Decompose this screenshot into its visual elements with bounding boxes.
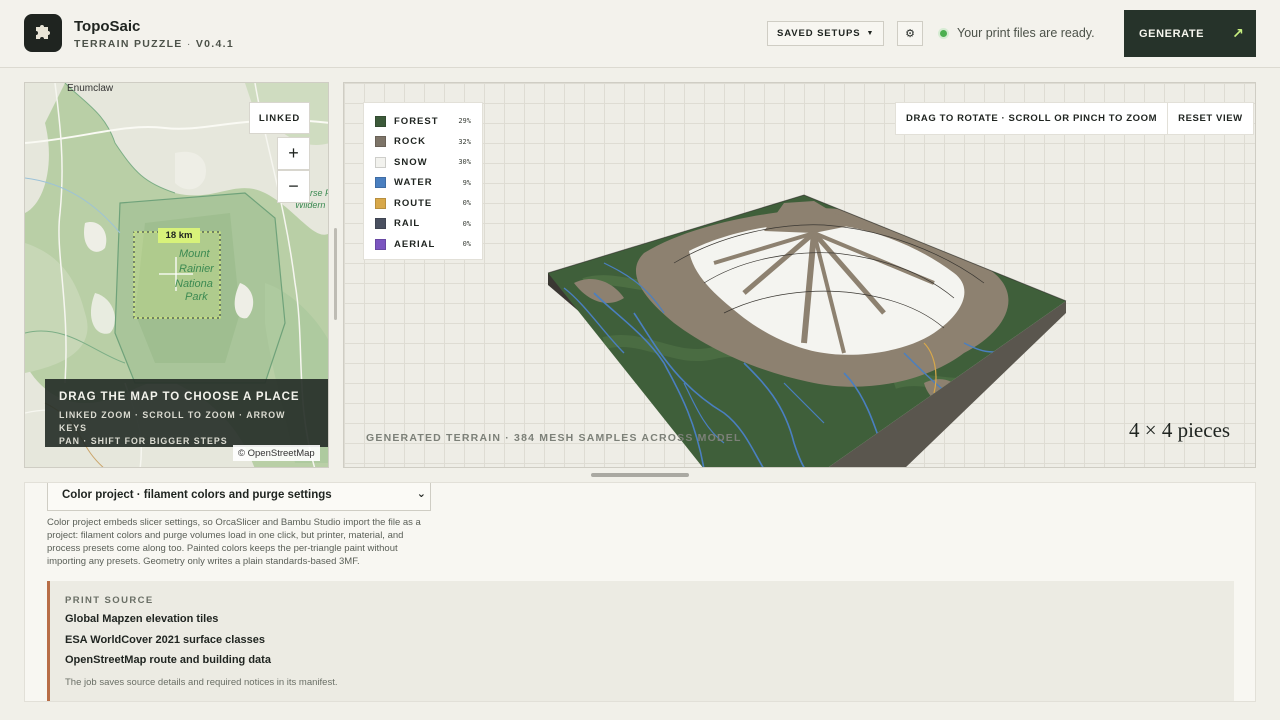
legend-row-forest: FOREST 29%	[375, 111, 471, 132]
linked-button[interactable]: LINKED	[249, 102, 310, 134]
legend-name: FOREST	[394, 115, 439, 127]
pieces-count: 4 × 4 pieces	[1129, 418, 1231, 442]
legend-name: AERIAL	[394, 238, 436, 250]
panel-resize-handle[interactable]	[591, 473, 689, 477]
source-note: The job saves source details and require…	[65, 676, 338, 688]
arrow-up-right-icon: ↗	[1232, 25, 1245, 41]
terrain-preview[interactable]: FOREST 29% ROCK 32% SNOW 30% WATER 9% RO…	[343, 82, 1256, 468]
reset-view-button[interactable]: RESET VIEW	[1168, 103, 1253, 134]
app-header: TopoSaic TERRAIN PUZZLE · V0.4.1 SAVED S…	[0, 0, 1280, 68]
export-format-description: Color project embeds slicer settings, so…	[47, 517, 421, 567]
park-label-line: Park	[185, 291, 208, 303]
puzzle-logo-icon	[24, 14, 62, 52]
scale-badge: 18 km	[158, 228, 200, 243]
legend-row-route: ROUTE 0%	[375, 193, 471, 214]
legend-name: WATER	[394, 177, 433, 189]
legend-name: ROUTE	[394, 197, 433, 209]
caret-down-icon: ▼	[866, 30, 875, 37]
terrain-caption: GENERATED TERRAIN · 384 MESH SAMPLES ACR…	[366, 432, 742, 444]
app-tagline: TERRAIN PUZZLE	[74, 38, 183, 50]
generate-label: GENERATE	[1139, 27, 1205, 40]
map-scrollbar[interactable]	[334, 228, 337, 320]
forest-swatch-icon	[375, 115, 386, 127]
rail-swatch-icon	[375, 218, 386, 230]
app-name: TopoSaic	[74, 18, 141, 35]
legend-name: ROCK	[394, 136, 426, 148]
legend-row-aerial: AERIAL 0%	[375, 234, 471, 255]
legend-row-rock: ROCK 32%	[375, 132, 471, 153]
water-swatch-icon	[375, 177, 386, 189]
view-controls: DRAG TO ROTATE · SCROLL OR PINCH TO ZOOM…	[895, 102, 1254, 135]
zoom-in-button[interactable]: +	[277, 137, 310, 170]
route-swatch-icon	[375, 197, 386, 209]
aerial-swatch-icon	[375, 238, 386, 250]
export-format-value: Color project · filament colors and purg…	[62, 489, 332, 501]
app-version: V0.4.1	[195, 38, 235, 50]
wilderness-label-line: rse P	[310, 188, 329, 198]
legend-percent: 0%	[462, 240, 471, 249]
legend-percent: 32%	[458, 137, 471, 146]
source-item: ESA WorldCover 2021 surface classes	[65, 633, 265, 646]
chevron-down-icon: ⌄	[416, 488, 426, 500]
generate-button[interactable]: GENERATE ↗	[1124, 10, 1256, 57]
legend-row-snow: SNOW 30%	[375, 152, 471, 173]
map-hint-line: LINKED ZOOM · SCROLL TO ZOOM · ARROW KEY…	[59, 410, 286, 433]
map-instructions-hint: LINKED ZOOM · SCROLL TO ZOOM · ARROW KEY…	[59, 409, 314, 448]
rock-swatch-icon	[375, 136, 386, 148]
print-source-heading: PRINT SOURCE	[65, 595, 154, 606]
status-dot-icon	[940, 29, 947, 37]
print-source-section: PRINT SOURCE Global Mapzen elevation til…	[47, 581, 1234, 701]
legend-percent: 0%	[462, 219, 471, 228]
export-settings-panel: Color project · filament colors and purg…	[24, 482, 1256, 702]
saved-setups-label: SAVED SETUPS	[777, 28, 861, 39]
legend-percent: 9%	[462, 178, 471, 187]
legend-percent: 0%	[462, 199, 471, 208]
legend-row-rail: RAIL 0%	[375, 214, 471, 235]
zoom-out-button[interactable]: −	[277, 170, 310, 203]
status-text: Your print files are ready.	[957, 26, 1095, 40]
map-place-label: Enumclaw	[67, 83, 114, 94]
legend-row-water: WATER 9%	[375, 173, 471, 194]
map-attribution[interactable]: © OpenStreetMap	[233, 445, 320, 461]
snow-swatch-icon	[375, 156, 386, 168]
status-indicator: Your print files are ready.	[940, 26, 1095, 40]
view-hint-text: DRAG TO ROTATE · SCROLL OR PINCH TO ZOOM	[896, 103, 1169, 134]
gear-icon: ⚙	[905, 28, 915, 40]
park-label-line: Nationa	[175, 278, 213, 290]
park-label-line: Rainier	[179, 263, 215, 275]
legend-percent: 29%	[458, 117, 471, 126]
map-instructions-title: DRAG THE MAP TO CHOOSE A PLACE	[59, 391, 300, 403]
map-panel[interactable]: Enumclaw Mount Rainier Nationa Park rse …	[24, 82, 329, 468]
source-item: Global Mapzen elevation tiles	[65, 613, 219, 625]
legend-name: SNOW	[394, 156, 428, 168]
export-format-select[interactable]: Color project · filament colors and purg…	[47, 483, 431, 511]
legend-name: RAIL	[394, 218, 421, 230]
saved-setups-button[interactable]: SAVED SETUPS ▼	[767, 21, 885, 46]
map-instructions: DRAG THE MAP TO CHOOSE A PLACE LINKED ZO…	[45, 379, 328, 447]
app-subtitle: TERRAIN PUZZLE · V0.4.1	[74, 38, 235, 50]
source-item: OpenStreetMap route and building data	[65, 654, 271, 666]
legend-percent: 30%	[458, 158, 471, 167]
land-cover-legend: FOREST 29% ROCK 32% SNOW 30% WATER 9% RO…	[363, 102, 483, 260]
settings-button[interactable]: ⚙	[897, 21, 923, 46]
park-label-line: Mount	[179, 248, 211, 260]
